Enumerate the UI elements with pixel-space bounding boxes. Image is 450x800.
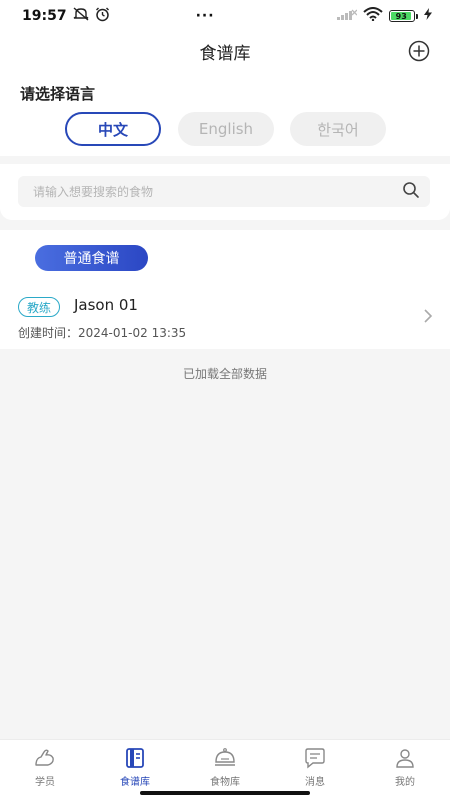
language-option-english[interactable]: English: [178, 112, 274, 146]
search-input[interactable]: [33, 184, 402, 199]
tab-label: 学员: [35, 777, 55, 788]
recipe-name: Jason 01: [74, 296, 138, 314]
coach-badge: 教练: [18, 297, 61, 317]
tab-profile[interactable]: 我的: [360, 740, 450, 800]
created-label: 创建时间：: [18, 326, 79, 340]
category-tab-normal-recipes[interactable]: 普通食谱: [35, 245, 148, 271]
arm-icon: [35, 749, 54, 766]
language-title: 请选择语言: [20, 85, 96, 103]
mute-icon: [73, 7, 89, 25]
created-value: 2024-01-02 13:35: [78, 326, 187, 340]
status-time: 19:57: [22, 8, 67, 24]
message-icon: [305, 748, 325, 769]
recipe-list-item[interactable]: 教练 Jason 01 创建时间：2024-01-02 13:35: [0, 290, 450, 346]
alarm-icon: [95, 7, 110, 26]
wifi-icon: [363, 7, 383, 25]
page-title: 食谱库: [199, 43, 251, 64]
more-notifications-icon: ···: [195, 8, 215, 24]
tab-label: 食物库: [210, 777, 240, 788]
home-indicator: [140, 791, 310, 795]
search-box: [18, 176, 430, 207]
search-section: [0, 164, 450, 220]
food-dome-icon: [215, 748, 235, 766]
recipe-created-time: 创建时间：2024-01-02 13:35: [18, 324, 186, 341]
plus-circle-icon: [408, 40, 430, 62]
status-bar: 19:57 ··· 93: [0, 0, 450, 32]
profile-icon: [396, 749, 414, 768]
search-icon[interactable]: [402, 181, 420, 203]
battery-icon: 93: [389, 10, 418, 22]
status-left: 19:57 ···: [22, 7, 215, 26]
language-option-chinese[interactable]: 中文: [65, 112, 161, 146]
language-option-korean[interactable]: 한국어: [290, 112, 386, 146]
tab-label: 我的: [395, 777, 415, 788]
recipe-list-section: 普通食谱 教练 Jason 01 创建时间：2024-01-02 13:35: [0, 230, 450, 349]
signal-icon: [337, 8, 358, 24]
language-options: 中文 English 한국어: [0, 112, 450, 146]
battery-level: 93: [391, 12, 412, 21]
tab-label: 消息: [305, 777, 325, 788]
list-end-text: 已加载全部数据: [182, 367, 267, 381]
language-section: 请选择语言 中文 English 한국어: [0, 70, 450, 156]
charging-icon: [424, 8, 432, 24]
status-right: 93: [337, 7, 432, 25]
tab-label: 食谱库: [120, 777, 150, 788]
app-header: 食谱库: [0, 32, 450, 70]
tab-students[interactable]: 学员: [0, 740, 90, 800]
book-icon: [126, 748, 144, 768]
add-recipe-button[interactable]: [406, 38, 432, 64]
chevron-right-icon: [422, 308, 434, 324]
